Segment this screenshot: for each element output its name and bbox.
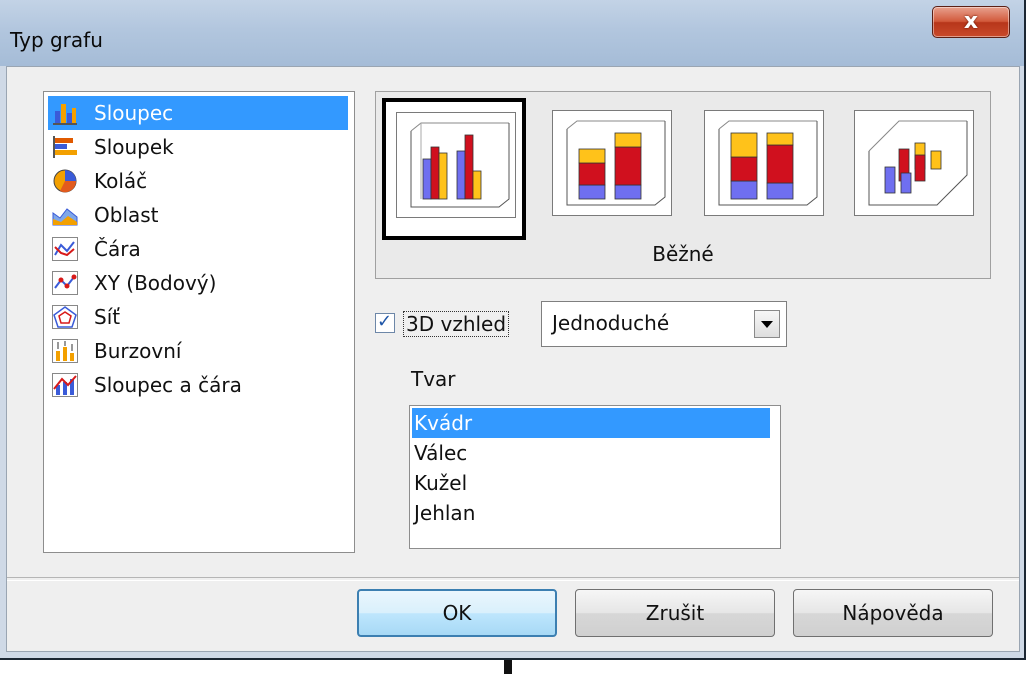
subtype-deep[interactable] <box>852 108 976 230</box>
net-chart-icon <box>52 305 78 329</box>
chart-type-item-sloupek[interactable]: Sloupek <box>48 130 348 164</box>
stacked-column-preview-icon <box>552 110 672 216</box>
close-button[interactable]: x <box>932 6 1010 38</box>
chart-type-item-sloupec[interactable]: Sloupec <box>48 96 348 130</box>
chevron-down-icon <box>761 321 773 328</box>
chart-type-label: XY (Bodový) <box>94 271 217 295</box>
area-chart-icon <box>52 208 78 226</box>
subtype-caption: Běžné <box>652 242 714 266</box>
normal-column-preview-icon <box>396 112 516 218</box>
window-title: Typ grafu <box>10 28 103 52</box>
chart-type-label: Koláč <box>94 169 148 193</box>
subtype-percent-stacked[interactable] <box>702 108 826 230</box>
chart-type-label: Oblast <box>94 203 159 227</box>
line-chart-icon <box>52 237 78 261</box>
cancel-button[interactable]: Zrušit <box>575 589 775 637</box>
stock-chart-icon <box>52 339 78 363</box>
dropdown-arrow-button[interactable] <box>754 310 780 338</box>
chart-type-list[interactable]: Sloupec Sloupek Koláč Oblast Čára XY (Bo… <box>43 91 355 553</box>
3d-look-checkbox[interactable]: ✓ <box>375 311 395 333</box>
chart-type-item-cara[interactable]: Čára <box>48 232 348 266</box>
dialog-content: Sloupec Sloupek Koláč Oblast Čára XY (Bo… <box>6 66 1020 652</box>
shape-item-valec[interactable]: Válec <box>412 438 770 468</box>
chart-type-item-oblast[interactable]: Oblast <box>48 198 348 232</box>
chart-type-item-sloupec-a-cara[interactable]: Sloupec a čára <box>48 368 348 402</box>
3d-style-dropdown[interactable]: Jednoduché <box>541 301 787 347</box>
chart-type-item-burzovni[interactable]: Burzovní <box>48 334 348 368</box>
chart-type-label: Síť <box>94 305 121 329</box>
chart-type-label: Burzovní <box>94 339 182 363</box>
deep-column-preview-icon <box>854 110 974 216</box>
column-chart-icon <box>53 104 77 125</box>
pie-chart-icon <box>53 169 77 193</box>
chart-type-label: Čára <box>94 237 141 261</box>
3d-style-value: Jednoduché <box>552 311 670 335</box>
chart-type-dialog: Typ grafu x Sloupec Sloupek Koláč Oblast… <box>0 0 1026 660</box>
chart-type-item-xy[interactable]: XY (Bodový) <box>48 266 348 300</box>
subtype-stacked[interactable] <box>550 108 674 230</box>
separator <box>7 577 1019 581</box>
bar-chart-icon <box>53 136 77 158</box>
percent-stacked-column-preview-icon <box>704 110 824 216</box>
chart-type-label: Sloupec a čára <box>94 373 242 397</box>
close-icon: x <box>963 9 979 34</box>
column-line-chart-icon <box>52 373 78 397</box>
subtype-normal[interactable] <box>382 98 526 240</box>
ok-button[interactable]: OK <box>357 589 557 637</box>
shape-list[interactable]: Kvádr Válec Kužel Jehlan <box>409 405 781 549</box>
scatter-chart-icon <box>52 271 78 295</box>
shape-item-jehlan[interactable]: Jehlan <box>412 498 770 528</box>
chart-type-label: Sloupek <box>94 135 174 159</box>
chart-type-label: Sloupec <box>94 101 174 125</box>
chart-type-item-kolac[interactable]: Koláč <box>48 164 348 198</box>
3d-look-label[interactable]: 3D vzhled <box>403 311 510 337</box>
shape-item-kvadr[interactable]: Kvádr <box>412 408 770 438</box>
checkmark-icon: ✓ <box>377 311 393 332</box>
title-bar[interactable]: Typ grafu x <box>0 0 1024 66</box>
help-button[interactable]: Nápověda <box>793 589 993 637</box>
shape-item-kuzel[interactable]: Kužel <box>412 468 770 498</box>
shape-label: Tvar <box>411 367 456 391</box>
chart-subtype-panel: Běžné <box>375 91 991 279</box>
chart-type-item-sit[interactable]: Síť <box>48 300 348 334</box>
